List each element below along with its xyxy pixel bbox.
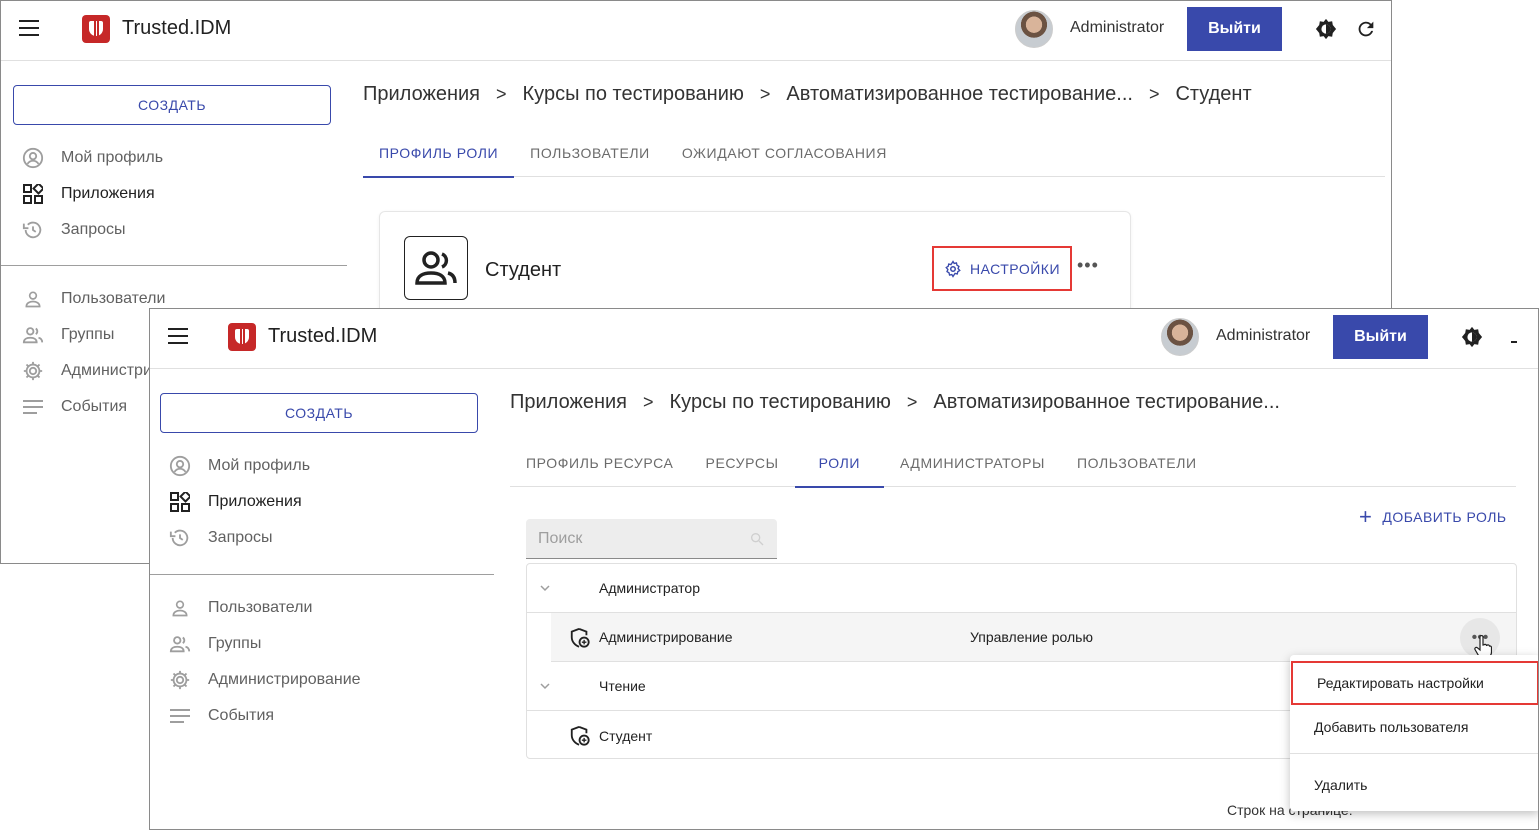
- tab-pending-approval[interactable]: ОЖИДАЮТ СОГЛАСОВАНИЯ: [666, 129, 903, 177]
- context-menu: Редактировать настройки Добавить пользов…: [1290, 655, 1538, 811]
- plus-icon: +: [1359, 504, 1373, 529]
- breadcrumb: Приложения > Курсы по тестированию > Авт…: [510, 391, 1280, 414]
- logout-button[interactable]: Выйти: [1187, 7, 1282, 51]
- menu-item-delete[interactable]: Удалить: [1290, 763, 1538, 807]
- sidebar-item-profile[interactable]: Мой профиль: [21, 144, 163, 172]
- chevron-right-icon: >: [759, 84, 771, 104]
- breadcrumb-item[interactable]: Автоматизированное тестирование...: [786, 83, 1133, 106]
- refresh-icon[interactable]: [1355, 18, 1377, 40]
- chevron-right-icon: >: [496, 84, 507, 104]
- chevron-down-icon[interactable]: [539, 680, 551, 692]
- account-circle-icon: [21, 146, 45, 170]
- breadcrumb-item[interactable]: Курсы по тестированию: [670, 391, 891, 414]
- breadcrumb: Приложения > Курсы по тестированию > Авт…: [363, 83, 1252, 106]
- breadcrumb-item[interactable]: Приложения: [363, 83, 480, 106]
- account-circle-icon: [168, 454, 192, 478]
- search-icon: [751, 533, 764, 546]
- tab-users[interactable]: ПОЛЬЗОВАТЕЛИ: [514, 129, 666, 177]
- list-icon: [168, 704, 192, 728]
- sidebar-item-groups[interactable]: Группы: [168, 630, 261, 658]
- shield-icon: [570, 627, 590, 648]
- sidebar-item-users[interactable]: Пользователи: [21, 285, 165, 313]
- sidebar-item-requests[interactable]: Запросы: [21, 216, 126, 244]
- chevron-right-icon: >: [643, 392, 654, 412]
- menu-item-add-user[interactable]: Добавить пользователя: [1290, 705, 1538, 749]
- sidebar-item-events[interactable]: События: [21, 393, 127, 421]
- foreground-window: Trusted.IDM Administrator Выйти СОЗДАТЬ …: [149, 308, 1539, 830]
- chevron-down-icon[interactable]: [539, 582, 551, 594]
- list-icon: [21, 395, 45, 419]
- breadcrumb-item-current: Автоматизированное тестирование...: [933, 391, 1280, 413]
- menu-item-edit-settings[interactable]: Редактировать настройки: [1291, 661, 1538, 705]
- menu-icon[interactable]: [19, 20, 39, 36]
- top-bar: Trusted.IDM Administrator Выйти: [150, 309, 1538, 369]
- sidebar-divider: [1, 265, 347, 266]
- tab-users[interactable]: ПОЛЬЗОВАТЕЛИ: [1061, 439, 1213, 487]
- add-role-button[interactable]: + ДОБАВИТЬ РОЛЬ: [1359, 504, 1507, 529]
- person-icon: [21, 287, 45, 311]
- resource-tabs: ПРОФИЛЬ РЕСУРСА РЕСУРСЫ РОЛИ АДМИНИСТРАТ…: [510, 439, 1516, 488]
- group-icon: [168, 632, 192, 656]
- theme-toggle-icon[interactable]: [1315, 18, 1337, 40]
- group-icon: [21, 323, 45, 347]
- tab-role-profile[interactable]: ПРОФИЛЬ РОЛИ: [363, 129, 515, 178]
- menu-divider: [1290, 753, 1538, 754]
- sidebar-divider: [150, 574, 494, 575]
- sidebar-item-requests[interactable]: Запросы: [168, 524, 273, 552]
- sidebar-item-apps[interactable]: Приложения: [168, 488, 302, 516]
- group-icon: [404, 236, 468, 300]
- history-icon: [21, 218, 45, 242]
- more-icon[interactable]: •••: [1077, 255, 1099, 276]
- avatar[interactable]: [1161, 318, 1199, 356]
- gear-icon: [168, 668, 192, 692]
- create-button[interactable]: СОЗДАТЬ: [13, 85, 331, 125]
- search-field[interactable]: [526, 519, 777, 559]
- avatar[interactable]: [1015, 10, 1053, 48]
- trusted-logo-icon: [228, 323, 256, 351]
- gear-icon: [945, 259, 961, 278]
- theme-toggle-icon[interactable]: [1461, 326, 1483, 348]
- role-name: Студент: [485, 259, 562, 281]
- app-title: Trusted.IDM: [122, 17, 232, 39]
- apps-grid-icon: [168, 490, 192, 514]
- top-bar: Trusted.IDM Administrator Выйти: [1, 1, 1391, 61]
- sidebar-item-profile[interactable]: Мой профиль: [168, 452, 310, 480]
- sidebar-item-events[interactable]: События: [168, 702, 274, 730]
- sidebar-item-admin[interactable]: Администрирование: [168, 666, 361, 694]
- apps-grid-icon: [21, 182, 45, 206]
- trusted-logo-icon: [82, 15, 110, 43]
- gear-icon: [21, 359, 45, 383]
- search-input[interactable]: [526, 519, 777, 558]
- settings-button[interactable]: НАСТРОЙКИ: [932, 246, 1072, 291]
- chevron-right-icon: >: [906, 392, 918, 412]
- tab-roles[interactable]: РОЛИ: [794, 439, 885, 488]
- sidebar-item-users[interactable]: Пользователи: [168, 594, 312, 622]
- history-icon: [168, 526, 192, 550]
- tab-resources[interactable]: РЕСУРСЫ: [690, 439, 795, 487]
- logout-button[interactable]: Выйти: [1333, 315, 1428, 359]
- role-tabs: ПРОФИЛЬ РОЛИ ПОЛЬЗОВАТЕЛИ ОЖИДАЮТ СОГЛАС…: [363, 129, 1385, 178]
- create-button[interactable]: СОЗДАТЬ: [160, 393, 478, 433]
- breadcrumb-item[interactable]: Курсы по тестированию: [523, 83, 744, 106]
- chevron-right-icon: >: [1148, 84, 1160, 104]
- refresh-icon[interactable]: [1511, 341, 1517, 343]
- shield-icon: [570, 725, 590, 746]
- breadcrumb-item[interactable]: Приложения: [510, 391, 627, 414]
- user-name: Administrator: [1216, 327, 1311, 344]
- app-title: Trusted.IDM: [268, 325, 378, 347]
- menu-icon[interactable]: [168, 328, 188, 344]
- tab-resource-profile[interactable]: ПРОФИЛЬ РЕСУРСА: [510, 439, 690, 487]
- user-name: Administrator: [1070, 19, 1165, 36]
- tab-administrators[interactable]: АДМИНИСТРАТОРЫ: [884, 439, 1061, 487]
- group-row[interactable]: Администратор: [527, 564, 1516, 613]
- person-icon: [168, 596, 192, 620]
- sidebar-item-apps[interactable]: Приложения: [21, 180, 155, 208]
- breadcrumb-item-current: Студент: [1175, 83, 1252, 105]
- sidebar-item-groups[interactable]: Группы: [21, 321, 114, 349]
